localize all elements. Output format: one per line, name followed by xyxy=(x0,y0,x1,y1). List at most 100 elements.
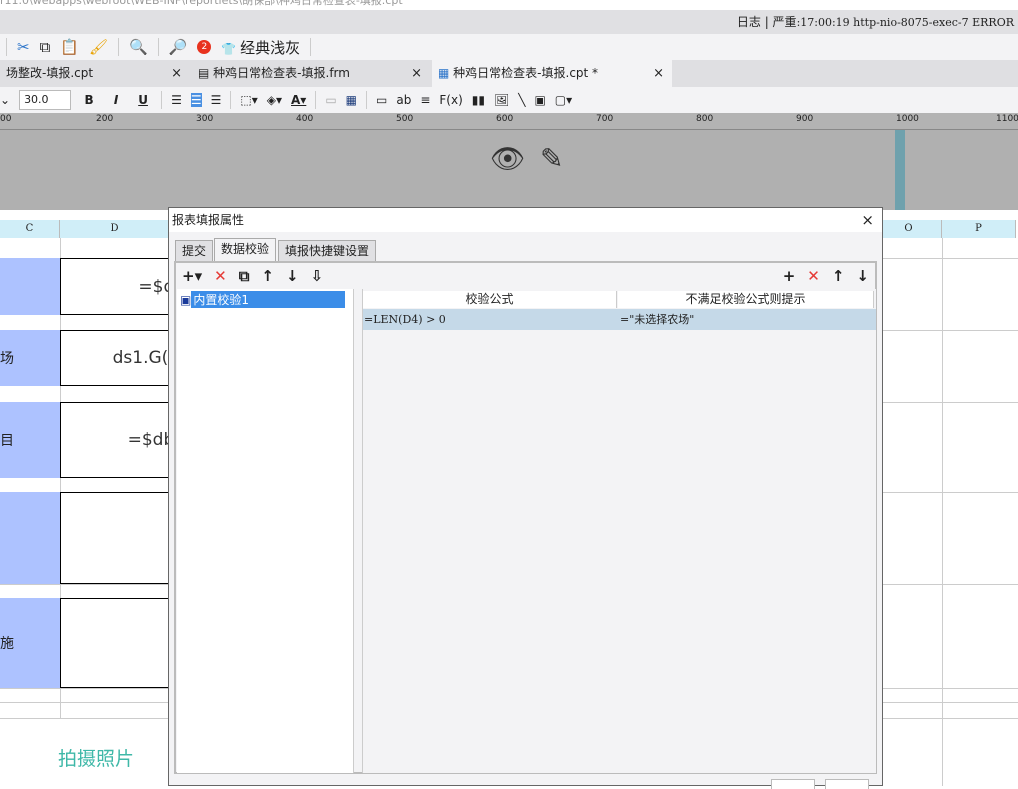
report-icon: ▦ xyxy=(438,66,450,80)
formula-icon[interactable]: F(x) xyxy=(439,93,462,107)
merge-icon[interactable]: ▭ xyxy=(325,93,336,107)
tab-shortcut-settings[interactable]: 填报快捷键设置 xyxy=(278,240,377,262)
row-down-icon[interactable]: ↓ xyxy=(856,267,869,285)
paste-icon[interactable]: 📋 xyxy=(60,38,79,56)
fill-color-icon[interactable]: ◈▾ xyxy=(267,93,282,107)
ruler-label: 600 xyxy=(496,114,514,124)
tab-label: 种鸡日常检查表-填报.frm xyxy=(213,66,350,80)
value-cell[interactable]: ds1.G(fi xyxy=(60,330,180,386)
cut-icon[interactable]: ✂ xyxy=(17,38,30,56)
find-icon[interactable]: 🔍 xyxy=(129,38,148,56)
column-header-o[interactable]: O xyxy=(876,220,942,238)
tab-data-validation[interactable]: 数据校验 xyxy=(214,238,277,262)
align-left-icon[interactable]: ☰ xyxy=(171,93,182,107)
pencil-icon[interactable]: ✎ xyxy=(540,142,563,175)
ruler-label: 400 xyxy=(296,114,314,124)
validation-list: ▣ 内置校验1 xyxy=(177,289,354,773)
value-cell[interactable] xyxy=(60,492,180,584)
border-icon[interactable]: ⬚▾ xyxy=(240,93,257,107)
column-header-message: 不满足校验公式则提示 xyxy=(618,291,874,308)
list-item[interactable]: ▣ 内置校验1 xyxy=(180,291,346,308)
ruler-label: 800 xyxy=(696,114,714,124)
close-icon[interactable]: × xyxy=(861,208,874,232)
tab-file-3[interactable]: ▦ 种鸡日常检查表-填报.cpt * × xyxy=(432,60,672,87)
bold-button[interactable]: B xyxy=(80,93,98,107)
header-area: 👁 ✎ xyxy=(0,130,1018,210)
message-cell[interactable]: ="未选择农场" xyxy=(620,309,694,330)
tab-file-2[interactable]: ▤ 种鸡日常检查表-填报.frm × xyxy=(192,60,430,87)
column-header-p[interactable]: P xyxy=(942,220,1016,238)
close-icon[interactable]: × xyxy=(653,60,664,87)
move-bottom-icon[interactable]: ⇩ xyxy=(311,267,324,285)
tab-label: 种鸡日常检查表-填报.cpt * xyxy=(453,66,599,80)
tab-submit[interactable]: 提交 xyxy=(175,240,214,262)
subreport-icon[interactable]: ▣ xyxy=(534,93,545,107)
list-icon[interactable]: ≡ xyxy=(420,93,430,107)
log-label[interactable]: 日志 xyxy=(737,15,761,29)
align-center-icon[interactable]: ☰ xyxy=(190,93,202,107)
label-cell[interactable]: 施 xyxy=(0,598,60,688)
table-row[interactable]: =LEN(D4) > 0 ="未选择农场" xyxy=(363,309,876,330)
close-icon[interactable]: × xyxy=(411,60,422,87)
cancel-button[interactable] xyxy=(825,779,869,789)
copy-icon[interactable]: ⧉ xyxy=(239,267,250,285)
tab-label: 场整改-填报.cpt xyxy=(6,66,94,80)
slash-icon[interactable]: ╲ xyxy=(518,93,525,107)
font-color-icon[interactable]: A▾ xyxy=(291,93,306,107)
grid-icon[interactable]: ▦ xyxy=(346,93,357,107)
main-toolbar: ✂ ⧉ 📋 🖌 🔍 🔎 2 👕 经典浅灰 xyxy=(0,34,1018,60)
theme-button[interactable]: 👕 经典浅灰 xyxy=(221,37,300,58)
ruler-label: 700 xyxy=(596,114,614,124)
value-cell[interactable]: =$dl xyxy=(60,258,180,315)
notification-badge[interactable]: 2 xyxy=(197,40,212,54)
tab-file-1[interactable]: 场整改-填报.cpt × xyxy=(0,60,190,87)
ruler: 00 200 300 400 500 600 700 800 900 1000 … xyxy=(0,113,1018,130)
add-row-icon[interactable]: + xyxy=(783,267,796,285)
value-cell[interactable]: =$dbj xyxy=(60,402,180,478)
move-up-icon[interactable]: ↑ xyxy=(261,267,274,285)
align-right-icon[interactable]: ☰ xyxy=(211,93,222,107)
log-message: :17:00:19 http-nio-8075-exec-7 ERROR xyxy=(796,16,1014,29)
underline-button[interactable]: U xyxy=(134,93,152,107)
eye-slash-icon[interactable]: 👁 xyxy=(490,142,526,175)
format-painter-icon[interactable]: 🖌 xyxy=(89,38,108,56)
close-icon[interactable]: × xyxy=(171,60,182,87)
report-fill-properties-dialog: 报表填报属性 × 提交 数据校验 填报快捷键设置 +▾ ✕ ⧉ ↑ ↓ ⇩ + ✕… xyxy=(168,207,883,789)
list-item-label: 内置校验1 xyxy=(191,291,346,308)
font-size-input[interactable]: 30.0 xyxy=(19,90,72,110)
ruler-label: 1000 xyxy=(896,114,919,124)
dialog-title-bar: 报表填报属性 × xyxy=(169,208,882,232)
label-cell[interactable] xyxy=(0,492,60,584)
label-cell[interactable]: 场 xyxy=(0,330,60,386)
ok-button[interactable] xyxy=(771,779,815,789)
text-icon[interactable]: ab xyxy=(396,93,411,107)
input-icon[interactable]: ▭ xyxy=(376,93,387,107)
row-up-icon[interactable]: ↑ xyxy=(832,267,845,285)
move-down-icon[interactable]: ↓ xyxy=(286,267,299,285)
file-path: r11.0\webapps\webroot\WEB-INF\reportlets… xyxy=(0,0,403,7)
formula-cell[interactable]: =LEN(D4) > 0 xyxy=(364,309,446,330)
value-cell[interactable] xyxy=(60,598,180,688)
chevron-down-icon[interactable]: ⌄ xyxy=(0,93,10,107)
delete-row-icon[interactable]: ✕ xyxy=(807,267,820,285)
log-bar: 日志 | 严重:17:00:19 http-nio-8075-exec-7 ER… xyxy=(0,10,1018,34)
frame-icon[interactable]: ▢▾ xyxy=(555,93,572,107)
preview-icon[interactable]: 🔎 xyxy=(169,38,188,56)
validation-table: 校验公式 不满足校验公式则提示 =LEN(D4) > 0 ="未选择农场" xyxy=(362,289,876,773)
ruler-label: 500 xyxy=(396,114,414,124)
delete-icon[interactable]: ✕ xyxy=(214,267,227,285)
label-cell[interactable]: 目 xyxy=(0,402,60,478)
italic-button[interactable]: I xyxy=(107,93,125,107)
page-boundary-marker xyxy=(895,130,905,210)
column-header-c[interactable]: C xyxy=(0,220,60,238)
label-cell[interactable] xyxy=(0,258,60,315)
column-header-formula: 校验公式 xyxy=(363,291,617,308)
copy-icon[interactable]: ⧉ xyxy=(40,38,51,56)
add-icon[interactable]: +▾ xyxy=(182,267,202,285)
image-icon[interactable]: 🖼 xyxy=(494,93,509,107)
ruler-label: 1100 xyxy=(996,114,1018,124)
column-header-d[interactable]: D xyxy=(60,220,170,238)
file-tabs: 场整改-填报.cpt × ▤ 种鸡日常检查表-填报.frm × ▦ 种鸡日常检查表-… xyxy=(0,60,1018,87)
chart-icon[interactable]: ▮▮ xyxy=(472,93,485,107)
form-icon: ▤ xyxy=(198,66,210,80)
